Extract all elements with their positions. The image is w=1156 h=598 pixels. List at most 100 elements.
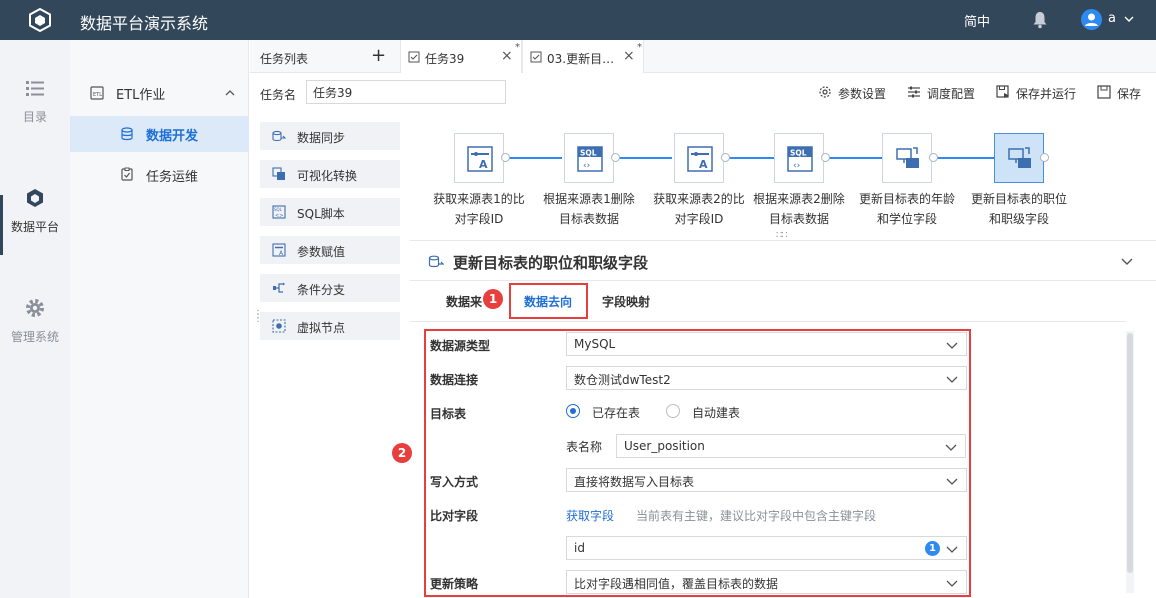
flow-edge (824, 157, 882, 159)
chevron-down-icon[interactable] (1120, 254, 1134, 268)
connection-select[interactable]: 数仓测试dwTest2 (566, 366, 967, 390)
output-port[interactable] (721, 153, 730, 162)
compare-field-label: 比对字段 (430, 509, 479, 523)
output-port[interactable] (611, 153, 620, 162)
params-label: 参数设置 (838, 87, 887, 101)
task-name-input[interactable] (306, 80, 506, 104)
tree-item-task-ops[interactable]: 任务运维 (70, 158, 249, 190)
flow-canvas[interactable]: A SQL ‹› A SQL ‹› 获取来源表1的比 对字段ID 根据来源表1删除 目标… (410, 113, 1156, 241)
svg-text:SQL: SQL (274, 207, 283, 212)
nav-data-platform-label: 数据平台 (10, 220, 59, 234)
flow-node[interactable]: A (454, 133, 504, 183)
radio-existing-table[interactable] (566, 404, 580, 418)
flow-edge (504, 157, 562, 159)
etl-tree: ETL ETL作业 数据开发 任务运维 (70, 40, 249, 598)
data-sync-icon (1008, 147, 1031, 168)
tab-label: 03.更新目… (547, 52, 615, 66)
flow-node[interactable]: SQL ‹› (564, 133, 614, 183)
nav-catalog[interactable]: 目录 (0, 78, 70, 125)
chevron-down-icon (946, 342, 958, 349)
output-port[interactable] (501, 153, 510, 162)
flow-node-label: 根据来源表2删除 目标表数据 (753, 192, 845, 226)
output-port[interactable] (821, 153, 830, 162)
tab-data-target[interactable]: 数据去向 (524, 293, 572, 310)
flow-node-label: 获取来源表1的比 对字段ID (433, 192, 525, 226)
flow-node-selected[interactable] (994, 133, 1044, 183)
language-switch[interactable]: 简中 (964, 11, 990, 30)
fetch-fields-link[interactable]: 获取字段 (566, 507, 614, 524)
sql-icon: SQL ‹› (787, 146, 813, 172)
svg-text:A: A (479, 158, 488, 171)
tab-data-source[interactable]: 数据来 (446, 293, 482, 310)
palette-label: 虚拟节点 (297, 321, 346, 335)
splitter-handle[interactable]: ⋮ ⋮ (253, 310, 263, 324)
database-icon (121, 127, 133, 141)
nav-admin[interactable]: 管理系统 (0, 298, 70, 345)
svg-text:‹›: ‹› (793, 161, 800, 171)
panel-header[interactable]: 更新目标表的职位和职级字段 (410, 241, 1156, 281)
palette-virtual-node[interactable]: 虚拟节点 (260, 312, 400, 340)
palette-sql-script[interactable]: SQL <> SQL脚本 (260, 198, 400, 226)
sql-icon: SQL ‹› (577, 146, 603, 172)
close-icon[interactable]: × (623, 48, 635, 64)
target-table-label: 目标表 (430, 407, 467, 421)
clipboard-icon (121, 167, 133, 181)
palette-label: 条件分支 (297, 283, 346, 297)
chevron-down-icon[interactable] (1123, 13, 1135, 25)
flow-node[interactable] (882, 133, 932, 183)
bell-icon[interactable] (1032, 11, 1048, 29)
tab-task39[interactable]: 任务39 × * (400, 40, 522, 73)
table-name-select[interactable]: User_position (616, 434, 966, 458)
table-name-label: 表名称 (566, 440, 603, 454)
chevron-up-icon[interactable] (223, 86, 237, 100)
chevron-down-icon (945, 444, 957, 451)
user-name[interactable]: a (1108, 11, 1116, 26)
palette-branch[interactable]: 条件分支 (260, 274, 400, 302)
tree-item-data-dev[interactable]: 数据开发 (70, 116, 249, 152)
tab-field-mapping[interactable]: 字段映射 (602, 293, 650, 310)
add-tab-button[interactable]: + (371, 45, 386, 66)
panel-scrollbar[interactable] (1126, 331, 1134, 593)
task-list-label[interactable]: 任务列表 (260, 50, 308, 67)
compare-field-select[interactable]: id 1 (566, 536, 967, 560)
palette-visual-transform[interactable]: 可视化转换 (260, 160, 400, 188)
sliders-icon (908, 86, 920, 98)
save-label: 保存 (1117, 87, 1142, 101)
param-assign-icon: A (467, 146, 493, 172)
user-avatar-icon[interactable] (1081, 9, 1102, 30)
visual-transform-icon (272, 167, 285, 180)
close-icon[interactable]: × (501, 48, 513, 64)
palette-data-sync[interactable]: 数据同步 (260, 122, 400, 150)
schedule-label: 调度配置 (927, 87, 976, 101)
task-icon (408, 51, 420, 63)
output-port[interactable] (1040, 153, 1049, 162)
flow-node[interactable]: SQL ‹› (774, 133, 824, 183)
nav-catalog-label: 目录 (22, 110, 47, 124)
tree-group-etl[interactable]: ETL ETL作业 (70, 80, 249, 106)
nav-data-platform[interactable]: 数据平台 (0, 188, 70, 235)
radio-auto-create[interactable] (666, 404, 680, 418)
task-icon (530, 51, 542, 63)
radio-existing-table-label: 已存在表 (592, 406, 641, 420)
tree-group-label: ETL作业 (116, 88, 166, 103)
left-nav: 目录 数据平台 管理系统 (0, 40, 70, 598)
step-marker-2: 2 (392, 443, 412, 463)
palette-param-assign[interactable]: A 参数赋值 (260, 236, 400, 264)
flow-node[interactable]: A (674, 133, 724, 183)
selected-value: 数仓测试dwTest2 (574, 373, 671, 387)
tab-update-target[interactable]: 03.更新目… × * (522, 40, 644, 73)
flow-node-label: 根据来源表1删除 目标表数据 (543, 192, 635, 226)
tab-label: 任务39 (425, 52, 465, 66)
selected-value: User_position (624, 439, 705, 453)
source-type-select[interactable]: MySQL (566, 332, 967, 356)
app-logo-icon (29, 8, 51, 32)
source-type-label: 数据源类型 (430, 339, 491, 353)
scroll-thumb[interactable] (1127, 333, 1133, 573)
tab-divider (410, 321, 1126, 322)
output-port[interactable] (929, 153, 938, 162)
settings-icon (819, 86, 831, 98)
update-strategy-select[interactable]: 比对字段遇相同值，覆盖目标表的数据 (566, 570, 967, 594)
write-mode-select[interactable]: 直接将数据写入目标表 (566, 468, 967, 492)
data-sync-icon (428, 255, 444, 268)
connection-label: 数据连接 (430, 373, 479, 387)
